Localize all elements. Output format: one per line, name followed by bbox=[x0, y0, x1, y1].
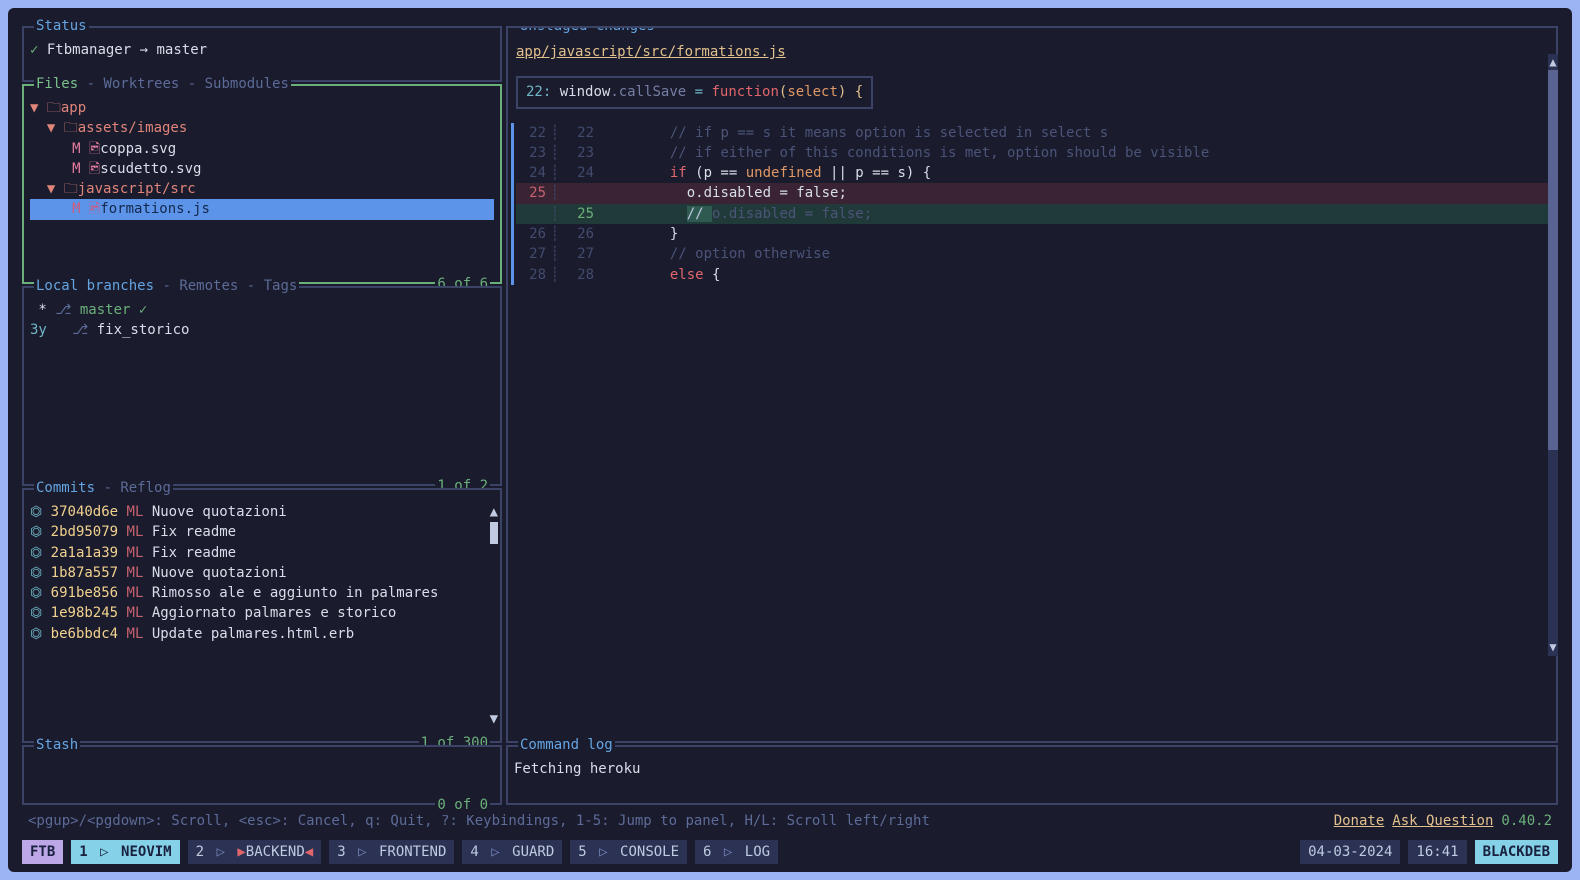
main-scroll-up-icon[interactable]: ▲ bbox=[1548, 54, 1558, 71]
tab-reflog[interactable]: Reflog bbox=[120, 480, 171, 496]
sb-host: BLACKDEB bbox=[1475, 840, 1558, 864]
cmdlog-title: Command log bbox=[520, 737, 613, 753]
commit-row[interactable]: ⏣ be6bbdc4 ML Update palmares.html.erb bbox=[30, 624, 494, 644]
tab-submodules[interactable]: Submodules bbox=[205, 76, 289, 92]
status-bar: FTB 1 ▷ NEOVIM 2 ▷ ▶BACKEND◀ 3 ▷ FRONTEN… bbox=[22, 834, 1558, 864]
diff-title: Unstaged changes bbox=[520, 26, 655, 34]
tab-remotes[interactable]: Remotes bbox=[179, 278, 238, 294]
tree-file-formations[interactable]: M 🖻formations.js bbox=[30, 199, 494, 219]
donate-link[interactable]: Donate bbox=[1334, 811, 1385, 831]
sb-ftb[interactable]: FTB bbox=[22, 840, 63, 864]
stash-panel[interactable]: Stash 0 of 0 bbox=[22, 745, 502, 805]
diff-line: 23┊23 // if either of this conditions is… bbox=[516, 143, 1548, 163]
stash-footer: 0 of 0 bbox=[435, 795, 490, 815]
commit-row[interactable]: ⏣ 1b87a557 ML Nuove quotazioni bbox=[30, 563, 494, 583]
tab-files[interactable]: Files bbox=[36, 76, 78, 92]
commit-row[interactable]: ⏣ 2bd95079 ML Fix readme bbox=[30, 522, 494, 542]
help-line: <pgup>/<pgdown>: Scroll, <esc>: Cancel, … bbox=[22, 805, 1558, 833]
branch-fix-storico[interactable]: 3y ⎇ fix_storico bbox=[30, 320, 494, 340]
check-icon: ✓ bbox=[30, 42, 38, 58]
status-title: Status bbox=[36, 18, 87, 34]
sb-tab-6[interactable]: 6 ▷ LOG bbox=[695, 840, 778, 864]
sb-tab-3[interactable]: 3 ▷ FRONTEND bbox=[329, 840, 454, 864]
sb-tab-4[interactable]: 4 ▷ GUARD bbox=[462, 840, 562, 864]
sb-date: 04-03-2024 bbox=[1300, 840, 1400, 864]
diff-line-removed: 25┊ o.disabled = false; bbox=[516, 183, 1548, 203]
tab-commits[interactable]: Commits bbox=[36, 480, 95, 496]
branches-panel[interactable]: Local branches - Remotes - Tags * ⎇ mast… bbox=[22, 286, 502, 486]
cmdlog-text: Fetching heroku bbox=[514, 759, 1550, 779]
diff-line: 26┊26 } bbox=[516, 224, 1548, 244]
commits-panel[interactable]: Commits - Reflog ⏣ 37040d6e ML Nuove quo… bbox=[22, 488, 502, 743]
commit-row[interactable]: ⏣ 2a1a1a39 ML Fix readme bbox=[30, 543, 494, 563]
sb-tab-2[interactable]: 2 ▷ ▶BACKEND◀ bbox=[188, 840, 322, 864]
sb-tab-1[interactable]: 1 ▷ NEOVIM bbox=[71, 840, 179, 864]
tree-file-scudetto[interactable]: M 🖻scudetto.svg bbox=[30, 159, 494, 179]
sb-tab-5[interactable]: 5 ▷ CONSOLE bbox=[570, 840, 687, 864]
tree-file-coppa[interactable]: M 🖻coppa.svg bbox=[30, 139, 494, 159]
diff-line: 22┊22 // if p == s it means option is se… bbox=[516, 123, 1548, 143]
scroll-down-icon[interactable]: ▼ bbox=[490, 709, 498, 729]
commit-row[interactable]: ⏣ 37040d6e ML Nuove quotazioni bbox=[30, 502, 494, 522]
main-scroll-down-icon[interactable]: ▼ bbox=[1548, 639, 1558, 656]
scroll-up-icon[interactable]: ▲ bbox=[490, 502, 498, 522]
scrollbar-thumb[interactable] bbox=[490, 522, 498, 544]
tree-folder-assets[interactable]: ▼ 🗀assets/images bbox=[30, 118, 494, 138]
ask-question-link[interactable]: Ask Question bbox=[1392, 811, 1493, 831]
status-line: ✓ Ftbmanager → master bbox=[30, 40, 494, 60]
commit-row[interactable]: ⏣ 1e98b245 ML Aggiornato palmares e stor… bbox=[30, 603, 494, 623]
tab-tags[interactable]: Tags bbox=[264, 278, 298, 294]
diff-line: 24┊24 if (p == undefined || p == s) { bbox=[516, 163, 1548, 183]
tree-folder-js[interactable]: ▼ 🗀javascript/src bbox=[30, 179, 494, 199]
commit-row[interactable]: ⏣ 691be856 ML Rimosso ale e aggiunto in … bbox=[30, 583, 494, 603]
command-log-panel[interactable]: Command log Fetching heroku bbox=[506, 745, 1558, 805]
tree-folder-app[interactable]: ▼ 🗀app bbox=[30, 98, 494, 118]
tab-local-branches[interactable]: Local branches bbox=[36, 278, 154, 294]
diff-filepath: app/javascript/src/formations.js bbox=[516, 44, 786, 60]
main-scrollbar[interactable] bbox=[1548, 70, 1558, 640]
main-scrollbar-thumb[interactable] bbox=[1548, 70, 1558, 450]
diff-hunk-header: 22: window.callSave = function(select) { bbox=[516, 76, 873, 108]
diff-line: 27┊27 // option otherwise bbox=[516, 244, 1548, 264]
diff-line-added: ┊25 // o.disabled = false; bbox=[516, 204, 1548, 224]
version-label: 0.40.2 bbox=[1501, 811, 1552, 831]
diff-line: 28┊28 else { bbox=[516, 265, 1548, 285]
diff-panel[interactable]: Unstaged changes app/javascript/src/form… bbox=[506, 26, 1558, 743]
stash-title: Stash bbox=[36, 737, 78, 753]
sb-time: 16:41 bbox=[1408, 840, 1466, 864]
tab-worktrees[interactable]: Worktrees bbox=[103, 76, 179, 92]
branch-master[interactable]: * ⎇ master ✓ bbox=[30, 300, 494, 320]
files-panel[interactable]: Files - Worktrees - Submodules ▼ 🗀app ▼ … bbox=[22, 84, 502, 284]
